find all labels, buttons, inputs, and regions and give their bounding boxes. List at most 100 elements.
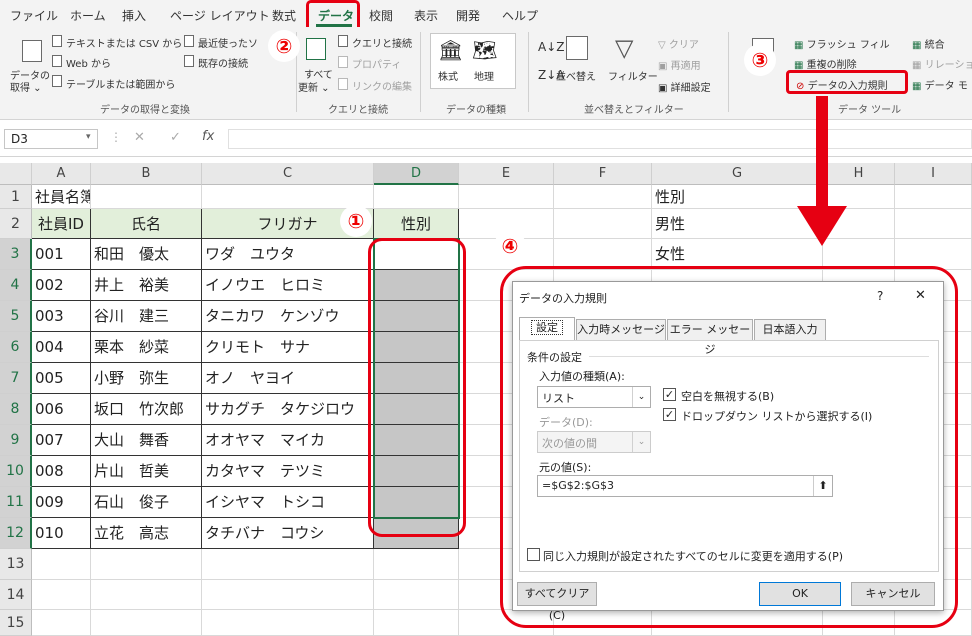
row-header-7[interactable]: 7 (0, 363, 32, 394)
cell-d14[interactable] (374, 580, 459, 610)
col-header-d[interactable]: D (374, 163, 459, 185)
row-header-12[interactable]: 12 (0, 518, 32, 549)
tab-error-alert[interactable]: エラー メッセージ (667, 319, 753, 356)
menu-formulas[interactable]: 数式 (272, 7, 296, 24)
data-select[interactable]: 次の値の間 ⌄ (537, 431, 651, 453)
from-web-button[interactable]: Web から (66, 55, 111, 70)
tab-input-message[interactable]: 入力時メッセージ (576, 319, 666, 341)
row-header-14[interactable]: 14 (0, 580, 32, 610)
edit-links-button[interactable]: リンクの編集 (352, 78, 412, 93)
cell-d13[interactable] (374, 549, 459, 580)
cell-a8[interactable]: 006 (32, 394, 91, 425)
cell-b13[interactable] (91, 549, 202, 580)
cell-c4[interactable]: イノウエ ヒロミ (202, 270, 374, 301)
source-input[interactable]: =$G$2:$G$3 (537, 475, 833, 497)
relationships-button[interactable]: ▦ リレーショ (912, 56, 972, 71)
row-header-2[interactable]: 2 (0, 209, 32, 239)
cell-b12[interactable]: 立花 高志 (91, 518, 202, 549)
cell-e1[interactable] (459, 185, 554, 209)
filter-button[interactable]: フィルター (608, 68, 658, 83)
cell-a1[interactable]: 社員名簿 (32, 185, 91, 209)
row-header-15[interactable]: 15 (0, 610, 32, 636)
menu-home[interactable]: ホーム (70, 7, 106, 24)
remove-duplicates-button[interactable]: ▦ 重複の削除 (794, 56, 857, 71)
sort-button[interactable]: 並べ替え (556, 68, 596, 83)
cell-a6[interactable]: 004 (32, 332, 91, 363)
properties-button[interactable]: プロパティ (352, 56, 401, 71)
cell-b2[interactable]: 氏名 (91, 209, 202, 239)
cell-i1[interactable] (895, 185, 972, 209)
cell-c1[interactable] (202, 185, 374, 209)
row-header-9[interactable]: 9 (0, 425, 32, 456)
tab-ime[interactable]: 日本語入力 (754, 319, 826, 341)
cell-d1[interactable] (374, 185, 459, 209)
row-header-11[interactable]: 11 (0, 487, 32, 518)
row-header-1[interactable]: 1 (0, 185, 32, 209)
recent-sources-button[interactable]: 最近使ったソ (198, 35, 258, 50)
refresh-all-label2[interactable]: 更新 ⌄ (298, 79, 330, 94)
cell-b9[interactable]: 大山 舞香 (91, 425, 202, 456)
flash-fill-button[interactable]: ▦ フラッシュ フィル (794, 36, 890, 51)
cell-f2[interactable] (554, 209, 652, 239)
cell-a13[interactable] (32, 549, 91, 580)
close-icon[interactable]: ✕ (915, 288, 926, 303)
cell-c10[interactable]: カタヤマ テツミ (202, 456, 374, 487)
cell-d15[interactable] (374, 610, 459, 636)
confirm-entry-icon[interactable]: ✓ (170, 130, 181, 145)
menu-developer[interactable]: 開発 (456, 7, 480, 24)
help-icon[interactable]: ? (877, 289, 883, 303)
formula-input[interactable] (228, 129, 972, 149)
cancel-entry-icon[interactable]: ✕ (134, 130, 145, 145)
menu-file[interactable]: ファイル (10, 7, 58, 24)
name-box-dropdown-icon[interactable]: ▾ (86, 132, 91, 142)
cell-b11[interactable]: 石山 俊子 (91, 487, 202, 518)
advanced-filter-button[interactable]: ▣ 詳細設定 (658, 79, 711, 94)
cell-a11[interactable]: 009 (32, 487, 91, 518)
menu-review[interactable]: 校閲 (369, 7, 393, 24)
cell-b8[interactable]: 坂口 竹次郎 (91, 394, 202, 425)
menu-view[interactable]: 表示 (414, 7, 438, 24)
cell-c12[interactable]: タチバナ コウシ (202, 518, 374, 549)
cell-c13[interactable] (202, 549, 374, 580)
name-box[interactable]: D3 (4, 129, 98, 149)
data-model-button[interactable]: ▦ データ モ (912, 77, 968, 92)
geography-button[interactable]: 地理 (474, 68, 494, 83)
cell-b10[interactable]: 片山 哲美 (91, 456, 202, 487)
cell-c8[interactable]: サカグチ タケジロウ (202, 394, 374, 425)
reapply-button[interactable]: ▣ 再適用 (658, 57, 701, 72)
cell-c15[interactable] (202, 610, 374, 636)
insert-function-icon[interactable]: fx (202, 129, 214, 144)
col-header-i[interactable]: I (895, 163, 972, 185)
row-header-8[interactable]: 8 (0, 394, 32, 425)
col-header-e[interactable]: E (459, 163, 554, 185)
col-header-f[interactable]: F (554, 163, 652, 185)
cell-b7[interactable]: 小野 弥生 (91, 363, 202, 394)
row-header-3[interactable]: 3 (0, 239, 32, 270)
cell-a15[interactable] (32, 610, 91, 636)
cell-a10[interactable]: 008 (32, 456, 91, 487)
cancel-button[interactable]: キャンセル (851, 582, 935, 606)
tab-settings[interactable]: 設定 (519, 317, 575, 341)
cell-c7[interactable]: オノ ヤヨイ (202, 363, 374, 394)
cell-i2[interactable] (895, 209, 972, 239)
col-header-b[interactable]: B (91, 163, 202, 185)
stock-button[interactable]: 株式 (438, 68, 458, 83)
menu-insert[interactable]: 挿入 (122, 7, 146, 24)
get-data-label2[interactable]: 取得 ⌄ (10, 79, 42, 94)
col-header-h[interactable]: H (823, 163, 895, 185)
row-header-13[interactable]: 13 (0, 549, 32, 580)
cell-c5[interactable]: タニカワ ケンゾウ (202, 301, 374, 332)
col-header-a[interactable]: A (32, 163, 91, 185)
cell-f1[interactable] (554, 185, 652, 209)
from-table-button[interactable]: テーブルまたは範囲から (66, 76, 175, 91)
menu-help[interactable]: ヘルプ (502, 7, 538, 24)
clear-all-button[interactable]: すべてクリア(C) (517, 582, 597, 622)
row-header-10[interactable]: 10 (0, 456, 32, 487)
collapse-dialog-icon[interactable]: ⬆ (813, 476, 832, 496)
cell-b4[interactable]: 井上 裕美 (91, 270, 202, 301)
cell-c9[interactable]: オオヤマ マイカ (202, 425, 374, 456)
cell-a5[interactable]: 003 (32, 301, 91, 332)
cell-b5[interactable]: 谷川 建三 (91, 301, 202, 332)
menu-page-layout[interactable]: ページ レイアウト (170, 7, 270, 24)
col-header-c[interactable]: C (202, 163, 374, 185)
